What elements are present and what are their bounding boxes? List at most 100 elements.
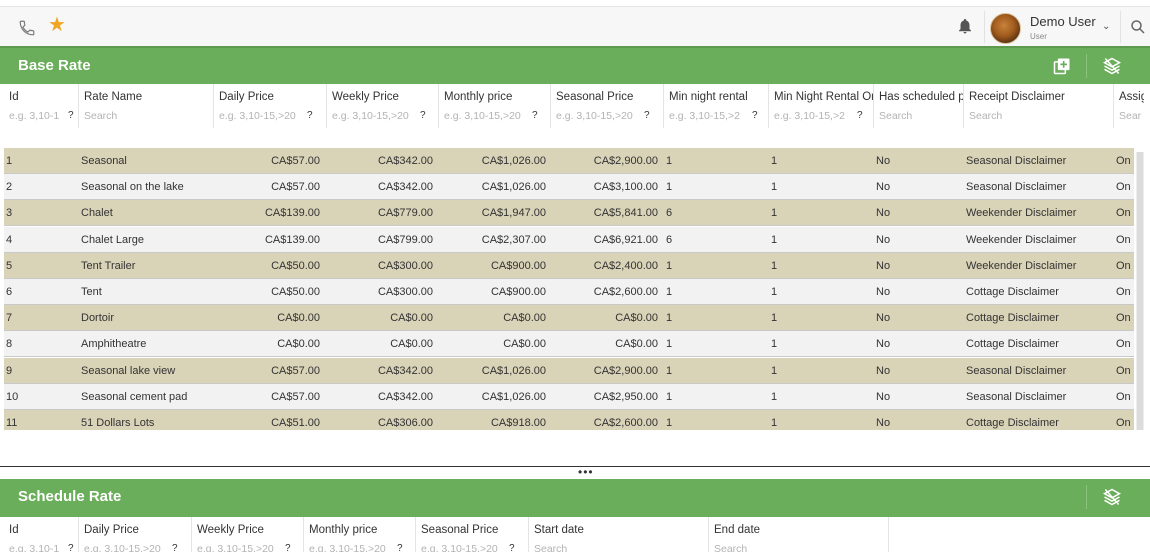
column-header[interactable]: Assig Sear	[1114, 84, 1144, 128]
panel-splitter[interactable]: •••	[0, 466, 1150, 479]
help-icon[interactable]: ?	[509, 543, 515, 552]
help-icon[interactable]: ?	[857, 110, 863, 121]
column-label[interactable]: Min Night Rental On	[774, 91, 873, 103]
filter-input[interactable]: e.g. 3,10-15,>20	[444, 110, 521, 122]
help-icon[interactable]: ?	[420, 110, 426, 121]
column-label[interactable]: Id	[9, 524, 19, 536]
table-row[interactable]: 5 Tent Trailer CA$50.00 CA$300.00 CA$900.00 C…	[4, 252, 1134, 279]
table-row[interactable]: 11 51 Dollars Lots CA$51.00 CA$306.00 CA$918…	[4, 410, 1134, 430]
vertical-scrollbar[interactable]	[1136, 152, 1144, 430]
column-header[interactable]: Monthly price e.g. 3,10-15,>20?	[439, 84, 551, 128]
layers-icon[interactable]	[1102, 487, 1122, 507]
filter-input[interactable]: e.g. 3,10-15,>20	[421, 543, 498, 552]
column-header[interactable]: Seasonal Price e.g. 3,10-15,>20?	[551, 84, 664, 128]
scrollbar-thumb[interactable]	[1137, 152, 1143, 430]
filter-input[interactable]: Search	[879, 110, 912, 122]
filter-input[interactable]: e.g. 3,10-15,>2	[669, 110, 749, 122]
column-header[interactable]: Min night rental e.g. 3,10-15,>2?	[664, 84, 769, 128]
filter-input[interactable]: e.g. 3,10-1	[9, 110, 59, 122]
column-label[interactable]: Id	[9, 91, 19, 103]
add-icon[interactable]	[1052, 56, 1072, 76]
column-header[interactable]: Min Night Rental On e.g. 3,10-15,>2?	[769, 84, 874, 128]
table-row[interactable]: 9 Seasonal lake view CA$57.00 CA$342.00 CA$1…	[4, 357, 1134, 384]
table-cell: CA$0.00	[277, 312, 320, 325]
filter-input[interactable]: e.g. 3,10-15,>20	[309, 543, 386, 552]
column-label[interactable]: Rate Name	[84, 91, 142, 103]
filter-input[interactable]: e.g. 3,10-15,>2	[774, 110, 854, 122]
filter-input[interactable]: e.g. 3,10-15,>20	[84, 543, 161, 552]
table-cell: On	[1116, 259, 1131, 272]
table-cell: CA$139.00	[264, 233, 320, 246]
phone-icon[interactable]	[18, 19, 36, 37]
help-icon[interactable]: ?	[397, 543, 403, 552]
user-name[interactable]: Demo User	[1030, 14, 1096, 29]
search-icon[interactable]	[1129, 18, 1147, 36]
filter-input[interactable]: Search	[534, 543, 567, 552]
layers-icon[interactable]	[1102, 56, 1122, 76]
column-label[interactable]: Daily Price	[219, 91, 274, 103]
filter-input[interactable]: Search	[969, 110, 1002, 122]
table-row[interactable]: 8 Amphitheatre CA$0.00 CA$0.00 CA$0.00 CA$0.0…	[4, 331, 1134, 358]
avatar[interactable]	[990, 13, 1021, 44]
table-cell: 8	[6, 338, 13, 351]
column-header[interactable]: Daily Price e.g. 3,10-15,>20?	[214, 84, 327, 128]
column-label[interactable]: Has scheduled pr	[879, 91, 963, 103]
filter-input[interactable]: e.g. 3,10-15,>20	[197, 543, 274, 552]
help-icon[interactable]: ?	[644, 110, 650, 121]
table-row[interactable]: 10 Seasonal cement pad CA$57.00 CA$342.00 CA…	[4, 383, 1134, 410]
help-icon[interactable]: ?	[752, 110, 758, 121]
help-icon[interactable]: ?	[68, 543, 74, 552]
column-label[interactable]: End date	[714, 524, 760, 536]
column-header[interactable]: Has scheduled pr Search	[874, 84, 964, 128]
table-cell: 1	[771, 417, 778, 429]
column-header[interactable]: End date Search	[709, 517, 889, 552]
table-row[interactable]: 7 Dortoir CA$0.00 CA$0.00 CA$0.00 CA$0.00 1 1 No…	[4, 305, 1134, 332]
drag-handle[interactable]: •••	[578, 466, 594, 478]
help-icon[interactable]: ?	[68, 110, 74, 121]
column-header[interactable]: Weekly Price e.g. 3,10-15,>20?	[192, 517, 304, 552]
column-label[interactable]: Monthly price	[309, 524, 377, 536]
filter-input[interactable]: e.g. 3,10-15,>20	[219, 110, 296, 122]
column-label[interactable]: Assig	[1119, 91, 1144, 103]
column-header[interactable]: Id e.g. 3,10-1?	[4, 517, 79, 552]
column-header[interactable]: Monthly price e.g. 3,10-15,>20?	[304, 517, 416, 552]
column-label[interactable]: Weekly Price	[197, 524, 264, 536]
column-header[interactable]: Daily Price e.g. 3,10-15,>20?	[79, 517, 192, 552]
table-row[interactable]: 1 Seasonal CA$57.00 CA$342.00 CA$1,026.00 CA$…	[4, 148, 1134, 174]
column-label[interactable]: Seasonal Price	[421, 524, 498, 536]
column-header[interactable]: Rate Name Search	[79, 84, 214, 128]
column-label[interactable]: Monthly price	[444, 91, 512, 103]
divider	[984, 11, 985, 43]
help-icon[interactable]: ?	[285, 543, 291, 552]
column-label[interactable]: Weekly Price	[332, 91, 399, 103]
table-cell: CA$342.00	[377, 181, 433, 194]
column-header[interactable]: Id e.g. 3,10-1?	[4, 84, 79, 128]
column-label[interactable]: Daily Price	[84, 524, 139, 536]
table-row[interactable]: 4 Chalet Large CA$139.00 CA$799.00 CA$2,307.…	[4, 226, 1134, 253]
column-label[interactable]: Seasonal Price	[556, 91, 633, 103]
help-icon[interactable]: ?	[172, 543, 178, 552]
table-cell: Cottage Disclaimer	[966, 417, 1059, 429]
column-header[interactable]: Start date Search	[529, 517, 709, 552]
chevron-down-icon[interactable]: ⌄	[1102, 21, 1110, 32]
filter-input[interactable]: Sear	[1119, 110, 1141, 122]
help-icon[interactable]: ?	[532, 110, 538, 121]
column-label[interactable]: Start date	[534, 524, 584, 536]
table-row[interactable]: 6 Tent CA$50.00 CA$300.00 CA$900.00 CA$2,600.…	[4, 279, 1134, 305]
column-header[interactable]: Weekly Price e.g. 3,10-15,>20?	[327, 84, 439, 128]
column-label[interactable]: Min night rental	[669, 91, 748, 103]
table-row[interactable]: 2 Seasonal on the lake CA$57.00 CA$342.00 CA…	[4, 174, 1134, 201]
column-header[interactable]: Seasonal Price e.g. 3,10-15,>20?	[416, 517, 529, 552]
filter-input[interactable]: Search	[714, 543, 747, 552]
table-cell: 1	[666, 390, 673, 403]
filter-input[interactable]: e.g. 3,10-1	[9, 543, 59, 552]
filter-input[interactable]: e.g. 3,10-15,>20	[556, 110, 633, 122]
filter-input[interactable]: e.g. 3,10-15,>20	[332, 110, 409, 122]
filter-input[interactable]: Search	[84, 110, 117, 122]
help-icon[interactable]: ?	[307, 110, 313, 121]
column-header[interactable]: Receipt Disclaimer Search	[964, 84, 1114, 128]
star-icon[interactable]: ★	[48, 15, 66, 35]
table-row[interactable]: 3 Chalet CA$139.00 CA$779.00 CA$1,947.00 CA$5…	[4, 200, 1134, 227]
column-label[interactable]: Receipt Disclaimer	[969, 91, 1065, 103]
bell-icon[interactable]	[956, 17, 974, 35]
